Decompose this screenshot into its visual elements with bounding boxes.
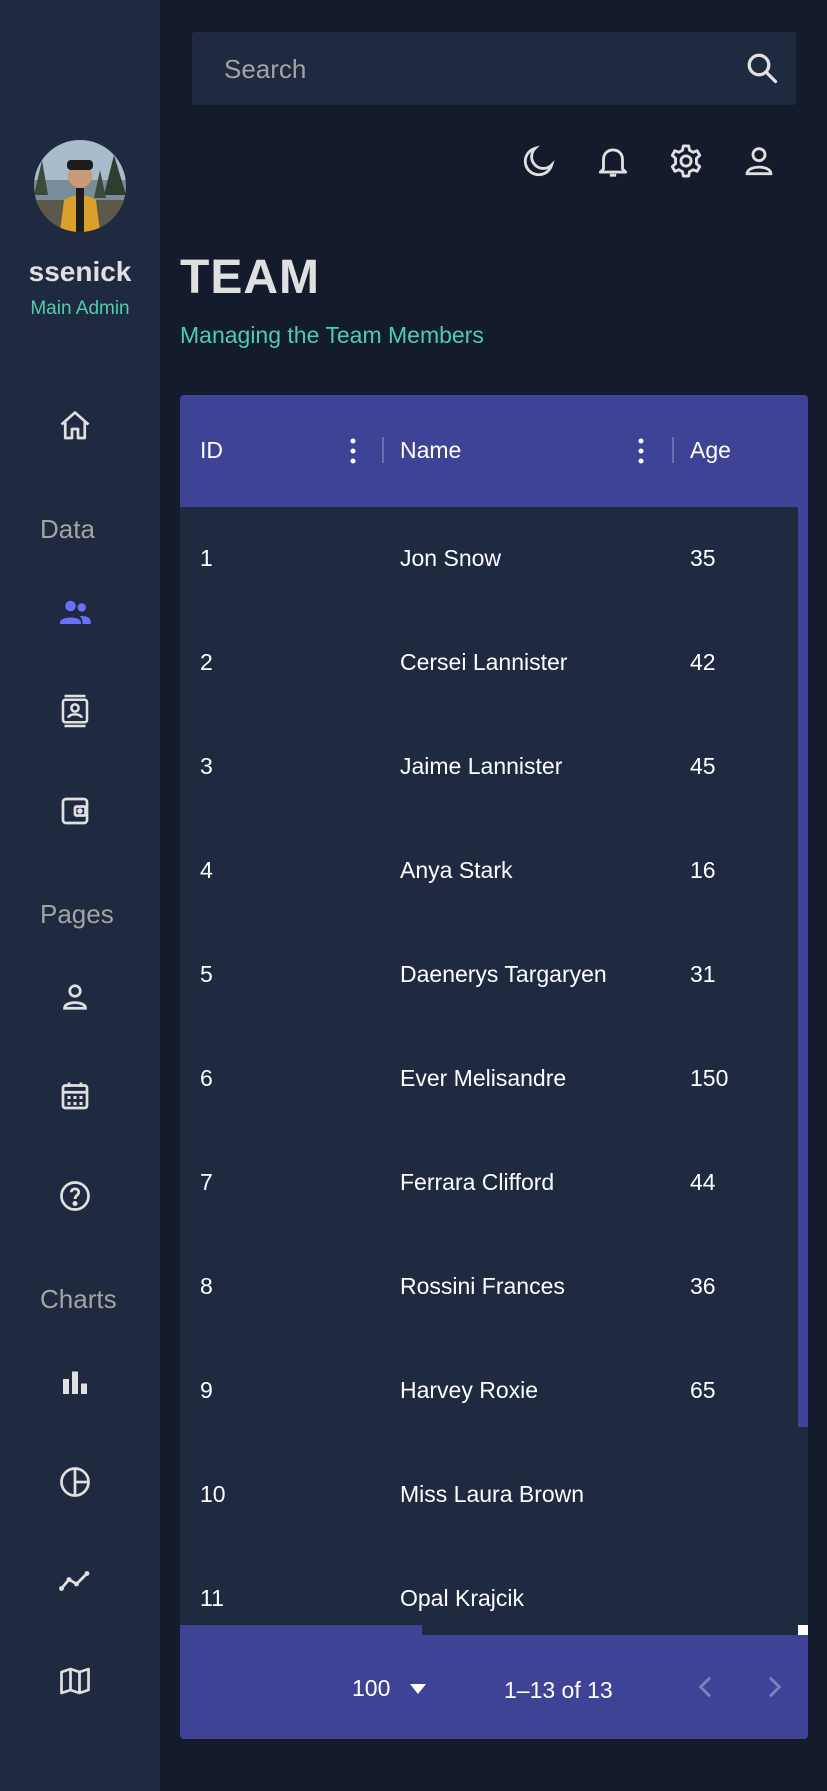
cell-age: 65 xyxy=(690,1377,716,1403)
cell-id: 3 xyxy=(200,753,213,779)
table-row[interactable]: 7 Ferrara Clifford 44 xyxy=(180,1131,800,1235)
sidebar-item-pie-chart[interactable] xyxy=(52,1459,98,1505)
search-icon[interactable] xyxy=(744,50,780,86)
table-row[interactable]: 4 Anya Stark 16 xyxy=(180,819,800,923)
map-icon xyxy=(60,1667,90,1695)
column-menu-icon[interactable] xyxy=(636,437,646,465)
search-input[interactable]: Search xyxy=(224,54,306,85)
cell-name: Anya Stark xyxy=(400,857,513,883)
contacts-icon xyxy=(61,694,89,728)
caret-down-icon[interactable] xyxy=(408,1683,428,1695)
cell-age: 45 xyxy=(690,753,716,779)
table-row[interactable]: 5 Daenerys Targaryen 31 xyxy=(180,923,800,1027)
table-row[interactable]: 3 Jaime Lannister 45 xyxy=(180,715,800,819)
sidebar-item-dashboard[interactable] xyxy=(52,403,98,449)
horizontal-scrollbar-thumb[interactable] xyxy=(180,1625,422,1635)
person-icon xyxy=(63,984,87,1010)
grid-header: ID Name Age xyxy=(180,395,808,507)
cell-name: Jon Snow xyxy=(400,545,502,571)
cell-id: 8 xyxy=(200,1273,213,1299)
cell-id: 10 xyxy=(200,1481,226,1507)
cell-name: Opal Krajcik xyxy=(400,1585,524,1611)
chevron-left-icon[interactable] xyxy=(690,1671,722,1703)
column-header-age[interactable]: Age xyxy=(690,437,731,464)
column-header-id[interactable]: ID xyxy=(200,437,223,464)
cell-age: 42 xyxy=(690,649,716,675)
cell-id: 7 xyxy=(200,1169,213,1195)
cell-id: 2 xyxy=(200,649,213,675)
user-role: Main Admin xyxy=(30,298,130,319)
table-row[interactable]: 8 Rossini Frances 36 xyxy=(180,1235,800,1339)
cell-name: Ferrara Clifford xyxy=(400,1169,555,1195)
cell-id: 5 xyxy=(200,961,213,987)
user-name: ssenick xyxy=(28,256,132,287)
rows-per-page-value[interactable]: 100 xyxy=(352,1675,390,1702)
cell-name: Jaime Lannister xyxy=(400,753,563,779)
cell-age: 36 xyxy=(690,1273,716,1299)
table-row[interactable]: 9 Harvey Roxie 65 xyxy=(180,1339,800,1443)
column-separator[interactable] xyxy=(382,437,384,463)
cell-name: Ever Melisandre xyxy=(400,1065,567,1091)
cell-name: Harvey Roxie xyxy=(400,1377,539,1403)
table-row[interactable]: 10 Miss Laura Brown xyxy=(180,1443,800,1547)
help-icon xyxy=(60,1181,90,1211)
sidebar-item-invoices[interactable] xyxy=(52,788,98,834)
cell-age: 16 xyxy=(690,857,716,883)
cell-name: Daenerys Targaryen xyxy=(400,961,607,987)
column-menu-icon[interactable] xyxy=(348,437,358,465)
sidebar-item-line-chart[interactable] xyxy=(52,1558,98,1604)
chevron-right-icon[interactable] xyxy=(758,1671,790,1703)
cell-id: 6 xyxy=(200,1065,213,1091)
sidebar-item-bar-chart[interactable] xyxy=(52,1359,98,1405)
column-header-name[interactable]: Name xyxy=(400,437,461,464)
table-row[interactable]: 1 Jon Snow 35 xyxy=(180,507,800,611)
pagination-range: 1–13 of 13 xyxy=(504,1677,613,1703)
person-icon[interactable] xyxy=(740,142,778,180)
page-subtitle: Managing the Team Members xyxy=(180,322,484,348)
sidebar: ssenick Main Admin Data Pages Charts xyxy=(0,0,160,1791)
sidebar-item-calendar[interactable] xyxy=(52,1073,98,1119)
pie-chart-icon xyxy=(60,1467,90,1497)
cell-id: 4 xyxy=(200,857,213,883)
search-bar[interactable]: Search xyxy=(192,32,796,105)
cell-id: 11 xyxy=(200,1585,224,1611)
bell-icon[interactable] xyxy=(594,142,632,180)
cell-id: 9 xyxy=(200,1377,213,1403)
table-row[interactable]: 6 Ever Melisandre 150 xyxy=(180,1027,800,1131)
home-icon xyxy=(60,411,90,440)
cell-age: 44 xyxy=(690,1169,716,1195)
cell-id: 1 xyxy=(200,545,213,571)
cell-age: 150 xyxy=(690,1065,729,1091)
grid-footer: 100 1–13 of 13 xyxy=(180,1635,808,1739)
sidebar-item-geography[interactable] xyxy=(52,1658,98,1704)
horizontal-scrollbar-gap xyxy=(422,1625,798,1635)
team-data-grid: ID Name Age 1 Jon Snow 35 2 Cersei Lanni… xyxy=(180,395,808,1739)
wallet-icon xyxy=(61,797,89,825)
cell-name: Cersei Lannister xyxy=(400,649,568,675)
sidebar-item-faq[interactable] xyxy=(52,1173,98,1219)
cell-name: Rossini Frances xyxy=(400,1273,565,1299)
sidebar-item-profile[interactable] xyxy=(52,974,98,1020)
moon-icon[interactable] xyxy=(520,142,558,180)
cell-name: Miss Laura Brown xyxy=(400,1481,585,1507)
cell-age: 31 xyxy=(690,961,716,987)
section-label-data: Data xyxy=(40,514,95,544)
sidebar-item-contacts[interactable] xyxy=(52,688,98,734)
sidebar-item-team[interactable] xyxy=(52,589,98,635)
gear-icon[interactable] xyxy=(667,142,705,180)
vertical-scrollbar[interactable] xyxy=(798,507,808,1427)
calendar-icon xyxy=(61,1082,89,1110)
cell-age: 35 xyxy=(690,545,716,571)
column-separator[interactable] xyxy=(672,437,674,463)
people-icon xyxy=(60,600,91,624)
section-label-charts: Charts xyxy=(40,1284,117,1314)
bar-chart-icon xyxy=(63,1371,87,1394)
page-title: TEAM xyxy=(180,251,320,304)
section-label-pages: Pages xyxy=(40,899,114,929)
table-row[interactable]: 2 Cersei Lannister 42 xyxy=(180,611,800,715)
line-chart-icon xyxy=(59,1571,90,1591)
avatar[interactable] xyxy=(34,140,126,232)
